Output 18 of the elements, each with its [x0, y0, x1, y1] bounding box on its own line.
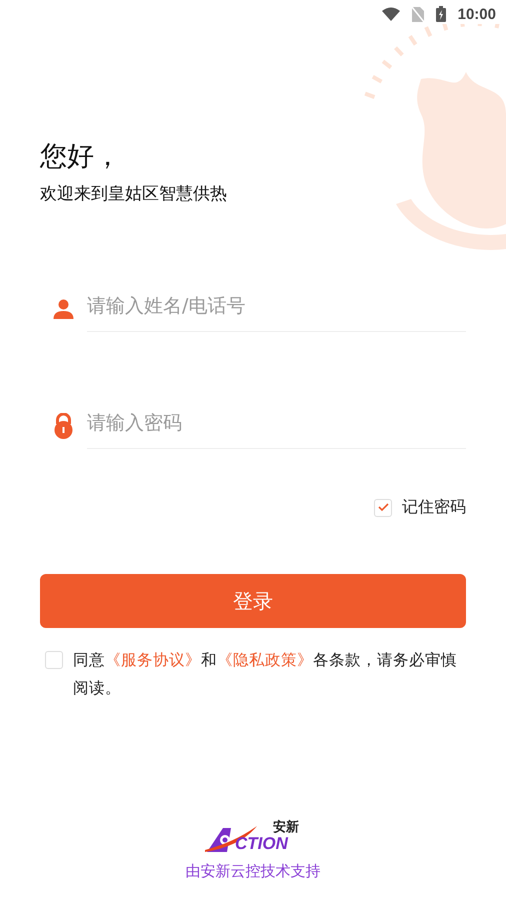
username-field[interactable]: 请输入姓名/电话号 — [87, 285, 466, 332]
agreement-link[interactable]: 《隐私政策》 — [217, 651, 313, 669]
no-sim-icon — [412, 6, 424, 22]
battery-icon — [436, 6, 446, 22]
agreement-checkbox[interactable] — [45, 651, 63, 669]
agreement-text: 同意《服务协议》和《隐私政策》各条款，请务必审慎阅读。 — [73, 650, 458, 699]
status-time: 10:00 — [458, 6, 496, 22]
remember-label: 记住密码 — [402, 497, 466, 518]
check-icon — [378, 503, 388, 512]
agreement-link[interactable]: 《服务协议》 — [105, 651, 201, 669]
greeting-title: 您好， — [40, 140, 122, 174]
password-field[interactable]: 请输入密码 — [87, 402, 466, 449]
remember-checkbox[interactable] — [374, 498, 392, 516]
welcome-subtitle: 欢迎来到皇姑区智慧供热 — [40, 183, 228, 205]
company-logo: 安新 CTION — [205, 818, 301, 854]
support-text: 由安新云控技术支持 — [186, 862, 320, 881]
wifi-icon — [382, 7, 400, 21]
login-button[interactable]: 登录 — [40, 574, 466, 628]
